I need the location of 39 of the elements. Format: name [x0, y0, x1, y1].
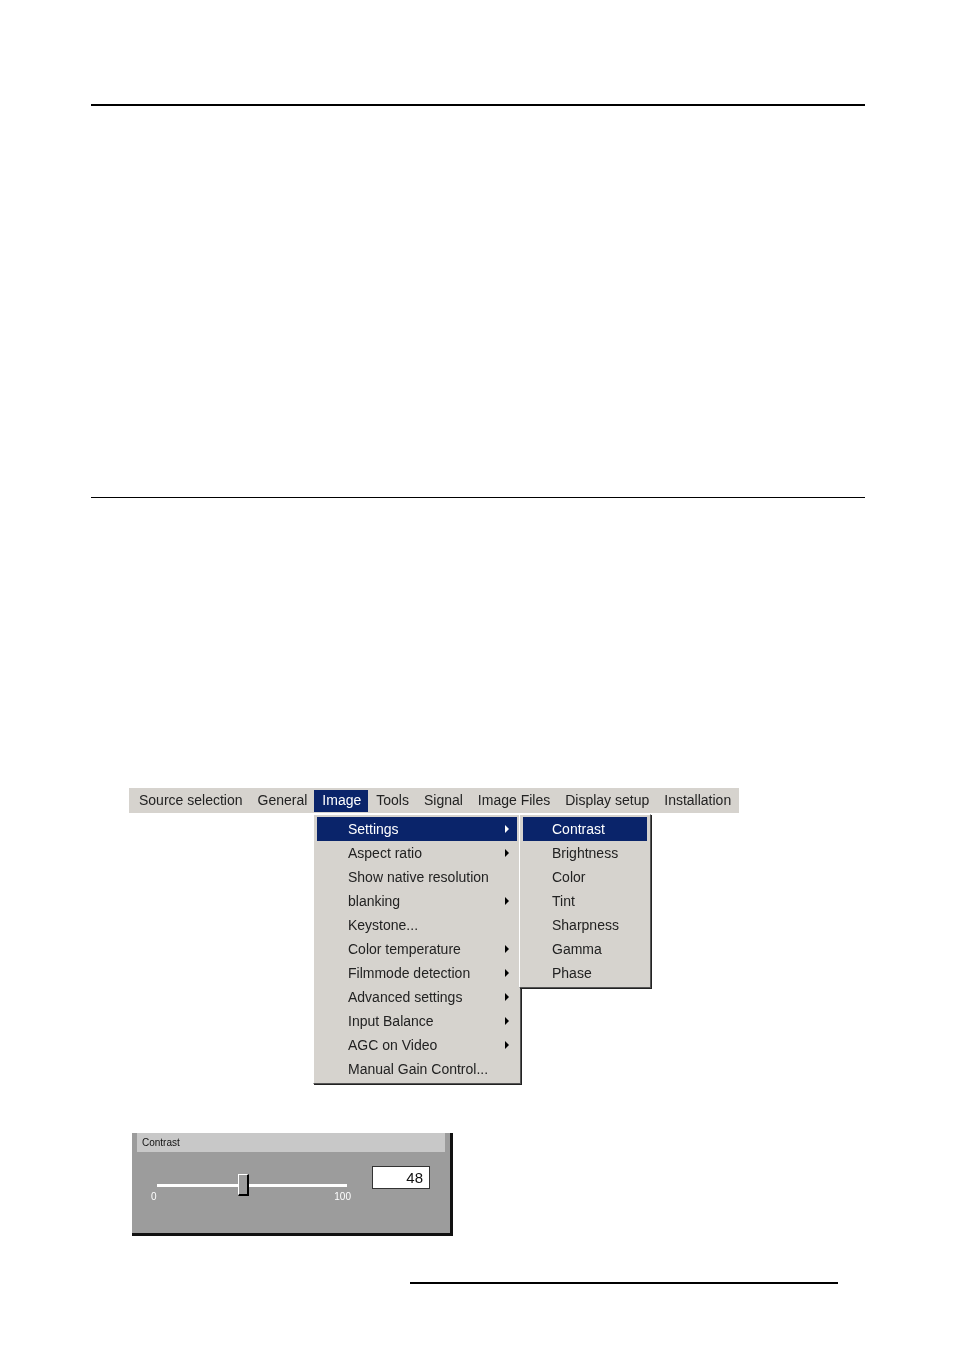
submenu-item[interactable]: Color: [523, 865, 647, 889]
menu-item[interactable]: Input Balance: [317, 1009, 517, 1033]
menu-item[interactable]: Settings: [317, 817, 517, 841]
menu-item[interactable]: Advanced settings: [317, 985, 517, 1009]
submenu-arrow-icon: [505, 945, 509, 953]
menu-item[interactable]: Manual Gain Control...: [317, 1057, 517, 1081]
menubar-item[interactable]: Tools: [368, 789, 416, 812]
menu-item[interactable]: Aspect ratio: [317, 841, 517, 865]
submenu-arrow-icon: [505, 993, 509, 1001]
value-field[interactable]: 48: [372, 1166, 430, 1189]
menu-item[interactable]: AGC on Video: [317, 1033, 517, 1057]
menu-item[interactable]: Keystone...: [317, 913, 517, 937]
slider-min-label: 0: [151, 1191, 157, 1202]
slider-max-label: 100: [334, 1191, 351, 1202]
dialog-title: Contrast: [137, 1133, 445, 1152]
submenu-arrow-icon: [505, 1041, 509, 1049]
submenu-arrow-icon: [505, 849, 509, 857]
menu-item[interactable]: Show native resolution: [317, 865, 517, 889]
submenu-item[interactable]: Contrast: [523, 817, 647, 841]
slider-thumb[interactable]: [238, 1174, 250, 1196]
submenu-item[interactable]: Gamma: [523, 937, 647, 961]
submenu-arrow-icon: [505, 897, 509, 905]
menubar-item[interactable]: Display setup: [557, 789, 657, 812]
menubar-item[interactable]: Image Files: [469, 789, 558, 812]
submenu-arrow-icon: [505, 825, 509, 833]
menubar-item[interactable]: Image: [314, 789, 369, 812]
menu-item[interactable]: Filmmode detection: [317, 961, 517, 985]
menubar-item[interactable]: Signal: [415, 789, 470, 812]
submenu-item[interactable]: Phase: [523, 961, 647, 985]
menubar-item[interactable]: General: [249, 789, 315, 812]
menubar-item[interactable]: Source selection: [131, 789, 250, 812]
submenu-item[interactable]: Tint: [523, 889, 647, 913]
menubar-item[interactable]: Installation: [656, 789, 739, 812]
submenu-item[interactable]: Brightness: [523, 841, 647, 865]
submenu-arrow-icon: [505, 969, 509, 977]
menu-item[interactable]: blanking: [317, 889, 517, 913]
submenu-item[interactable]: Sharpness: [523, 913, 647, 937]
submenu-arrow-icon: [505, 1017, 509, 1025]
menu-item[interactable]: Color temperature: [317, 937, 517, 961]
